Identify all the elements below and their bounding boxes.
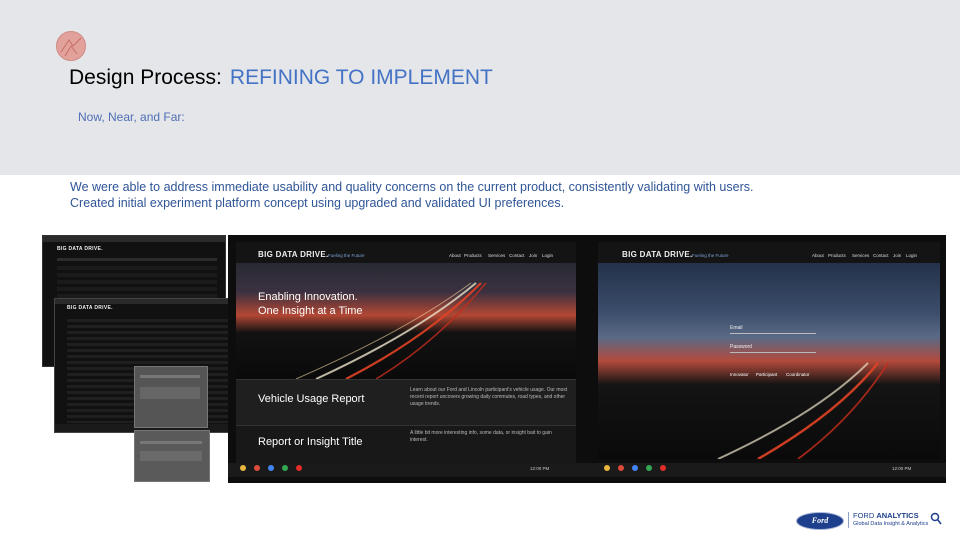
home-clock: 12:00 PM <box>530 466 550 471</box>
slide-title: Design Process: REFINING TO IMPLEMENT <box>69 66 493 90</box>
login-taskbar-docs-icon[interactable] <box>632 465 638 471</box>
taskbar-mail-icon[interactable] <box>254 465 260 471</box>
magnifier-icon <box>930 512 942 525</box>
home-nav-contact[interactable]: Contact <box>509 253 525 258</box>
hero-line-2: One Insight at a Time <box>258 305 363 317</box>
ford-logo: Ford <box>796 512 844 530</box>
login-taskbar-mail-icon[interactable] <box>618 465 624 471</box>
taskbar-youtube-icon[interactable] <box>296 465 302 471</box>
footer-brand-name: FORD ANALYTICS <box>853 511 919 520</box>
password-label: Password <box>730 344 752 350</box>
title-accent: REFINING TO IMPLEMENT <box>229 66 493 89</box>
taskbar-drive-icon[interactable] <box>282 465 288 471</box>
body-text: We were able to address immediate usabil… <box>70 179 753 211</box>
login-nav-services[interactable]: Services <box>852 253 869 258</box>
card1-title: Vehicle Usage Report <box>258 393 365 405</box>
slide-subtitle: Now, Near, and Far: <box>78 110 185 124</box>
old-ui-brand: BIG DATA DRIVE. <box>57 246 103 252</box>
card1-text: Learn about our Ford and Lincoln partici… <box>410 387 568 407</box>
home-nav-services[interactable]: Services <box>488 253 505 258</box>
footer-name-prefix: FORD <box>853 511 875 520</box>
login-taskbar-youtube-icon[interactable] <box>660 465 666 471</box>
old-ui-dialog <box>134 366 208 428</box>
login-brand: BIG DATA DRIVE. <box>622 250 693 259</box>
taskbar-chrome-icon[interactable] <box>240 465 246 471</box>
role-participant-button[interactable]: Participant <box>756 372 777 377</box>
card2-text: A little bit more interesting info, some… <box>410 430 552 443</box>
hero-line-1: Enabling Innovation. <box>258 291 358 303</box>
email-label: Email <box>730 325 743 331</box>
footer-name-bold: ANALYTICS <box>876 511 919 520</box>
login-clock: 12:00 PM <box>892 466 912 471</box>
card2-title: Report or Insight Title <box>258 436 363 448</box>
footer-subtitle: Global Data Insight & Analytics <box>853 521 929 527</box>
login-nav-join[interactable]: Join <box>893 253 901 258</box>
title-prefix: Design Process: <box>69 66 222 89</box>
home-brand: BIG DATA DRIVE. <box>258 250 329 259</box>
home-hero-image <box>236 263 576 379</box>
login-nav-login[interactable]: Login <box>906 253 917 258</box>
email-field[interactable] <box>730 333 816 334</box>
login-nav-about[interactable]: About <box>812 253 824 258</box>
password-field[interactable] <box>730 352 816 353</box>
login-tagline: Fueling the Future <box>692 253 729 258</box>
old-ui-dialog-2 <box>134 430 210 482</box>
login-taskbar-drive-icon[interactable] <box>646 465 652 471</box>
role-coordinator-button[interactable]: Coordinator <box>786 372 810 377</box>
new-ui-home-screenshot: BIG DATA DRIVE. Fueling the Future About… <box>228 235 598 483</box>
home-nav-products[interactable]: Products <box>464 253 482 258</box>
footer-separator <box>848 512 849 528</box>
login-nav-products[interactable]: Products <box>828 253 846 258</box>
old-ui-brand-2: BIG DATA DRIVE. <box>67 305 113 311</box>
decorative-circle-icon <box>56 31 86 61</box>
taskbar-docs-icon[interactable] <box>268 465 274 471</box>
login-taskbar-chrome-icon[interactable] <box>604 465 610 471</box>
new-ui-login-screenshot: BIG DATA DRIVE. Fueling the Future About… <box>598 235 946 483</box>
role-innovator-button[interactable]: Innovator <box>730 372 749 377</box>
home-nav-login[interactable]: Login <box>542 253 553 258</box>
body-line-1: We were able to address immediate usabil… <box>70 180 754 194</box>
home-nav-join[interactable]: Join <box>529 253 537 258</box>
body-line-2: Created initial experiment platform conc… <box>70 196 565 210</box>
home-tagline: Fueling the Future <box>328 253 365 258</box>
home-nav-about[interactable]: About <box>449 253 461 258</box>
login-hero-image <box>598 263 940 459</box>
login-nav-contact[interactable]: Contact <box>873 253 889 258</box>
